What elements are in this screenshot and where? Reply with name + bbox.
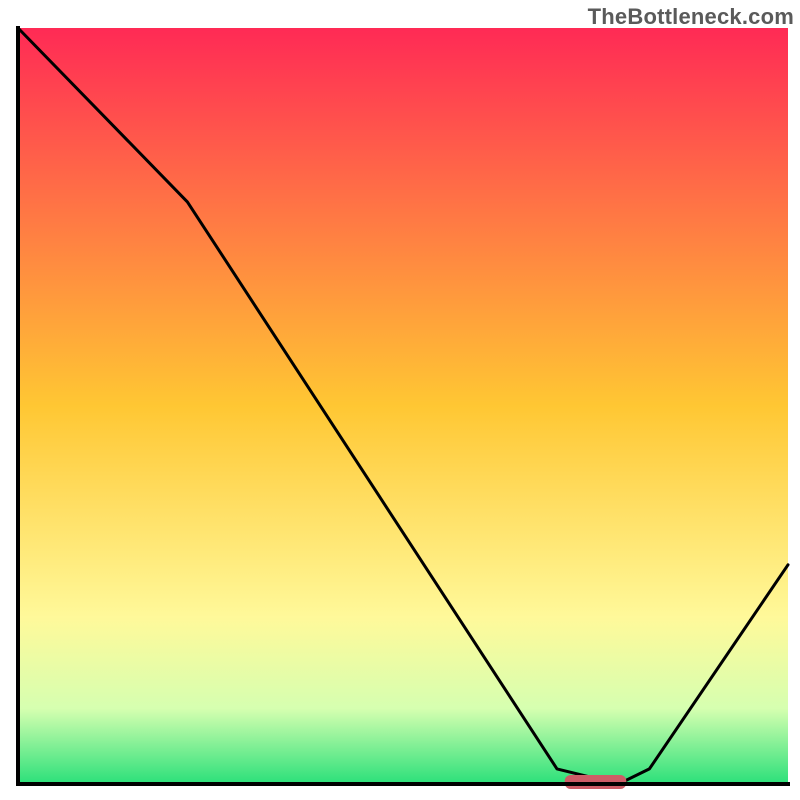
chart-container: { "watermark": "TheBottleneck.com", "cha… — [0, 0, 800, 800]
bottleneck-chart — [0, 0, 800, 800]
plot-background — [18, 28, 788, 784]
watermark-text: TheBottleneck.com — [588, 4, 794, 30]
